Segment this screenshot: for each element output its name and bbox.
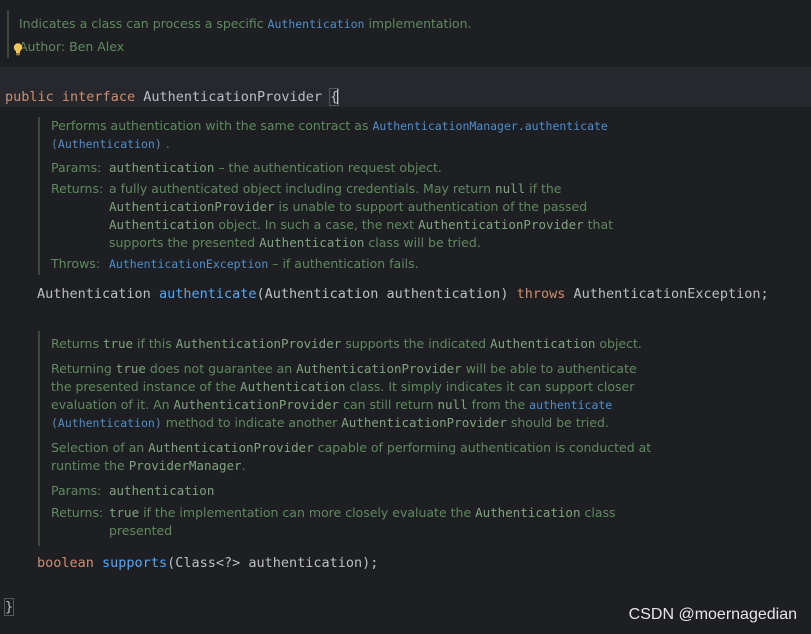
- authenticate-returns: Returns: a fully authenticated object in…: [51, 181, 613, 250]
- interface-keyword: interface: [61, 89, 136, 105]
- authenticate-method-name[interactable]: authenticate: [159, 286, 257, 302]
- supports-javadoc: Returns true if this AuthenticationProvi…: [38, 331, 701, 546]
- supports-params: Params: authentication: [51, 483, 215, 498]
- supports-returns: Returns: true if the implementation can …: [51, 505, 616, 538]
- authentication-exception-link[interactable]: AuthenticationException: [109, 257, 268, 271]
- interface-declaration[interactable]: public interface AuthenticationProvider …: [0, 67, 811, 107]
- public-keyword: public: [5, 89, 54, 105]
- authenticate-params: Params: authentication – the authenticat…: [51, 160, 442, 175]
- supports-method-name[interactable]: supports: [102, 555, 167, 571]
- close-brace: }: [3, 598, 15, 616]
- authentication-manager-authenticate-link-params[interactable]: (Authentication): [51, 137, 162, 151]
- lightbulb-icon[interactable]: [13, 43, 23, 56]
- authenticate-method-link-params[interactable]: (Authentication): [51, 416, 162, 430]
- authenticate-signature[interactable]: Authentication authenticate(Authenticati…: [0, 284, 811, 304]
- class-javadoc: Indicates a class can process a specific…: [7, 10, 719, 58]
- authenticate-method-link[interactable]: authenticate: [529, 398, 612, 412]
- supports-signature[interactable]: boolean supports(Class<?> authentication…: [0, 553, 811, 573]
- supports-doc-detail: Returning true does not guarantee an Aut…: [51, 361, 637, 430]
- authenticate-javadoc: Performs authentication with the same co…: [38, 117, 691, 275]
- authenticate-doc-summary: Performs authentication with the same co…: [51, 118, 608, 151]
- supports-doc-selection: Selection of an AuthenticationProvider c…: [51, 440, 652, 473]
- authentication-link[interactable]: Authentication: [268, 17, 365, 31]
- class-doc-description: Indicates a class can process a specific…: [19, 16, 472, 31]
- supports-doc-summary: Returns true if this AuthenticationProvi…: [51, 336, 642, 351]
- text-cursor: [337, 88, 339, 104]
- authentication-manager-authenticate-link[interactable]: AuthenticationManager.authenticate: [372, 119, 607, 133]
- interface-name[interactable]: AuthenticationProvider: [143, 89, 322, 105]
- watermark: CSDN @moernagedian: [628, 606, 797, 623]
- authenticate-throws: Throws: AuthenticationException – if aut…: [51, 256, 419, 271]
- class-doc-author: Author: Ben Alex: [19, 39, 125, 54]
